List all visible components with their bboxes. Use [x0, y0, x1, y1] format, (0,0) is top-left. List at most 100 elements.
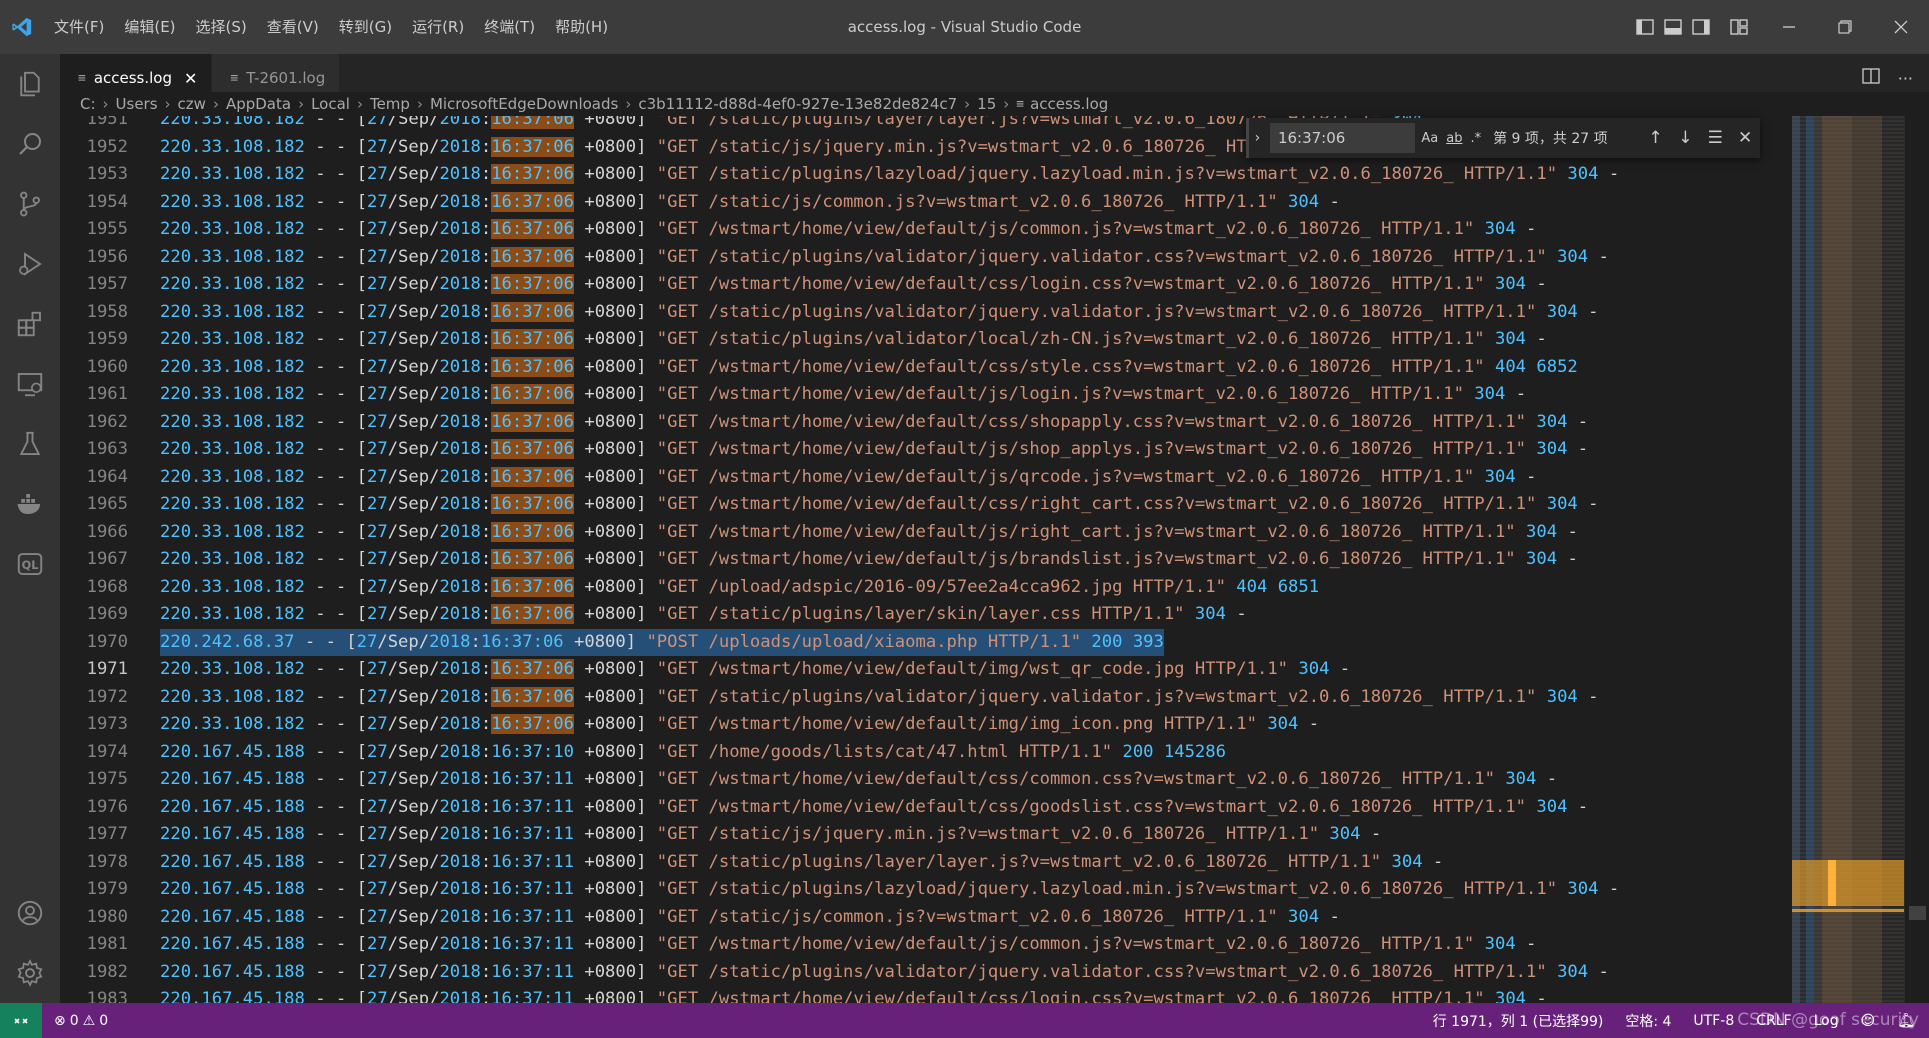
log-line[interactable]: 1965 220.33.108.182 - - [27/Sep/2018:16:3…	[60, 491, 1792, 519]
search-icon[interactable]	[0, 114, 60, 174]
next-match-arrow-down-icon[interactable]: ↓	[1670, 128, 1700, 148]
restore-button[interactable]	[1817, 0, 1873, 54]
problems-indicator[interactable]: ⊗ 0 ⚠ 0	[54, 1013, 108, 1029]
breadcrumb-item[interactable]: czw	[178, 95, 206, 113]
log-day: 27	[366, 164, 388, 184]
log-line[interactable]: 1964 220.33.108.182 - - [27/Sep/2018:16:3…	[60, 464, 1792, 492]
toggle-replace-chevron-icon[interactable]: ›	[1246, 118, 1266, 158]
find-in-selection-icon[interactable]: ☰	[1700, 128, 1730, 148]
log-line[interactable]: 1975 220.167.45.188 - - [27/Sep/2018:16:3…	[60, 766, 1792, 794]
regex-toggle[interactable]: .*	[1470, 131, 1481, 146]
log-line[interactable]: 1966 220.33.108.182 - - [27/Sep/2018:16:3…	[60, 519, 1792, 547]
end-of-line[interactable]: CRLF	[1756, 1013, 1791, 1029]
log-line[interactable]: 1969 220.33.108.182 - - [27/Sep/2018:16:3…	[60, 601, 1792, 629]
minimize-button[interactable]	[1761, 0, 1817, 54]
log-line[interactable]: 1982 220.167.45.188 - - [27/Sep/2018:16:3…	[60, 959, 1792, 987]
scrollbar-thumb[interactable]	[1909, 906, 1926, 920]
log-line[interactable]: 1978 220.167.45.188 - - [27/Sep/2018:16:3…	[60, 849, 1792, 877]
breadcrumb-item[interactable]: AppData	[226, 95, 291, 113]
split-editor-icon[interactable]	[1862, 68, 1880, 88]
log-line[interactable]: 1972 220.33.108.182 - - [27/Sep/2018:16:3…	[60, 684, 1792, 712]
menu-file[interactable]: 文件(F)	[44, 0, 114, 54]
log-line[interactable]: 1956 220.33.108.182 - - [27/Sep/2018:16:3…	[60, 244, 1792, 272]
log-separator: - -	[304, 576, 357, 597]
find-input[interactable]: 16:37:06	[1269, 123, 1416, 153]
log-line[interactable]: 1981 220.167.45.188 - - [27/Sep/2018:16:3…	[60, 931, 1792, 959]
minimap[interactable]	[1792, 116, 1904, 1003]
remote-explorer-icon[interactable]	[0, 354, 60, 414]
source-control-icon[interactable]	[0, 174, 60, 234]
log-timezone: +0800	[574, 191, 637, 212]
more-actions-icon[interactable]: ···	[1898, 69, 1913, 88]
log-line[interactable]: 1973 220.33.108.182 - - [27/Sep/2018:16:3…	[60, 711, 1792, 739]
close-window-button[interactable]	[1873, 0, 1929, 54]
breadcrumb-item[interactable]: Temp	[370, 95, 410, 113]
close-tab-icon[interactable]: ✕	[184, 69, 197, 88]
customize-layout-icon[interactable]	[1725, 0, 1753, 54]
toggle-sidebar-icon[interactable]	[1631, 0, 1659, 54]
client-ip: 220.167.45.188	[160, 989, 305, 1003]
breadcrumb-item[interactable]: c3b11112-d88d-4ef0-927e-13e82de824c7	[638, 95, 957, 113]
language-mode[interactable]: Log	[1814, 1013, 1839, 1029]
extensions-icon[interactable]	[0, 294, 60, 354]
sql-icon[interactable]: QL	[0, 534, 60, 594]
breadcrumb-item[interactable]: Local	[311, 95, 350, 113]
menu-selection[interactable]: 选择(S)	[186, 0, 257, 54]
cursor-position[interactable]: 行 1971，列 1 (已选择99)	[1433, 1011, 1604, 1031]
menu-help[interactable]: 帮助(H)	[545, 0, 618, 54]
menu-terminal[interactable]: 终端(T)	[474, 0, 545, 54]
remote-indicator-icon[interactable]	[0, 1003, 42, 1038]
breadcrumb-item[interactable]: access.log	[1030, 95, 1108, 113]
log-line[interactable]: 1979 220.167.45.188 - - [27/Sep/2018:16:3…	[60, 876, 1792, 904]
log-line[interactable]: 1954 220.33.108.182 - - [27/Sep/2018:16:3…	[60, 189, 1792, 217]
log-line[interactable]: 1953 220.33.108.182 - - [27/Sep/2018:16:3…	[60, 161, 1792, 189]
log-line[interactable]: 1974 220.167.45.188 - - [27/Sep/2018:16:3…	[60, 739, 1792, 767]
log-line[interactable]: 1983 220.167.45.188 - - [27/Sep/2018:16:3…	[60, 986, 1792, 1003]
log-line-text: 220.33.108.182 - - [27/Sep/2018:16:37:06…	[160, 271, 1547, 299]
accounts-icon[interactable]	[0, 883, 60, 943]
manage-gear-icon[interactable]	[0, 943, 60, 1003]
log-line[interactable]: 1961 220.33.108.182 - - [27/Sep/2018:16:3…	[60, 381, 1792, 409]
log-line[interactable]: 1976 220.167.45.188 - - [27/Sep/2018:16:3…	[60, 794, 1792, 822]
notifications-bell-icon[interactable]: 🔔︎	[1897, 1013, 1915, 1029]
log-line[interactable]: 1962 220.33.108.182 - - [27/Sep/2018:16:3…	[60, 409, 1792, 437]
match-case-toggle[interactable]: Aa	[1421, 131, 1438, 146]
breadcrumb-item[interactable]: MicrosoftEdgeDownloads	[430, 95, 618, 113]
docker-icon[interactable]	[0, 474, 60, 534]
close-find-icon[interactable]: ✕	[1730, 128, 1760, 148]
log-line[interactable]: 1960 220.33.108.182 - - [27/Sep/2018:16:3…	[60, 354, 1792, 382]
menu-run[interactable]: 运行(R)	[402, 0, 474, 54]
indentation[interactable]: 空格: 4	[1625, 1011, 1671, 1031]
log-line[interactable]: 1980 220.167.45.188 - - [27/Sep/2018:16:3…	[60, 904, 1792, 932]
breadcrumb-item[interactable]: C:	[80, 95, 96, 113]
log-line[interactable]: 1967 220.33.108.182 - - [27/Sep/2018:16:3…	[60, 546, 1792, 574]
log-line[interactable]: 1971 220.33.108.182 - - [27/Sep/2018:16:3…	[60, 656, 1792, 684]
log-line[interactable]: 1955 220.33.108.182 - - [27/Sep/2018:16:3…	[60, 216, 1792, 244]
log-line[interactable]: 1958 220.33.108.182 - - [27/Sep/2018:16:3…	[60, 299, 1792, 327]
log-line[interactable]: 1959 220.33.108.182 - - [27/Sep/2018:16:3…	[60, 326, 1792, 354]
whole-word-toggle[interactable]: ab	[1446, 131, 1462, 146]
menu-go[interactable]: 转到(G)	[329, 0, 402, 54]
menu-edit[interactable]: 编辑(E)	[114, 0, 185, 54]
toggle-panel-icon[interactable]	[1659, 0, 1687, 54]
feedback-icon[interactable]: ☺	[1861, 1013, 1876, 1029]
breadcrumb-item[interactable]: Users	[116, 95, 158, 113]
run-debug-icon[interactable]	[0, 234, 60, 294]
testing-icon[interactable]	[0, 414, 60, 474]
log-line[interactable]: 1963 220.33.108.182 - - [27/Sep/2018:16:3…	[60, 436, 1792, 464]
toggle-secondary-sidebar-icon[interactable]	[1687, 0, 1715, 54]
previous-match-arrow-up-icon[interactable]: ↑	[1641, 128, 1671, 148]
log-month: /Sep/	[387, 824, 440, 844]
encoding[interactable]: UTF-8	[1693, 1013, 1734, 1029]
status-code: 304	[1536, 796, 1568, 817]
breadcrumb-item[interactable]: 15	[977, 95, 996, 113]
log-line[interactable]: 1977 220.167.45.188 - - [27/Sep/2018:16:3…	[60, 821, 1792, 849]
log-line[interactable]: 1970 220.242.68.37 - - [27/Sep/2018:16:37…	[60, 628, 1792, 656]
log-colon: :	[480, 906, 492, 927]
log-line[interactable]: 1957 220.33.108.182 - - [27/Sep/2018:16:3…	[60, 271, 1792, 299]
explorer-icon[interactable]	[0, 54, 60, 114]
vertical-scrollbar[interactable]	[1904, 116, 1929, 1003]
menu-view[interactable]: 查看(V)	[257, 0, 329, 54]
editor[interactable]: 1951 220.33.108.182 - - [27/Sep/2018:16:3…	[60, 116, 1792, 1003]
log-line[interactable]: 1968 220.33.108.182 - - [27/Sep/2018:16:3…	[60, 574, 1792, 602]
